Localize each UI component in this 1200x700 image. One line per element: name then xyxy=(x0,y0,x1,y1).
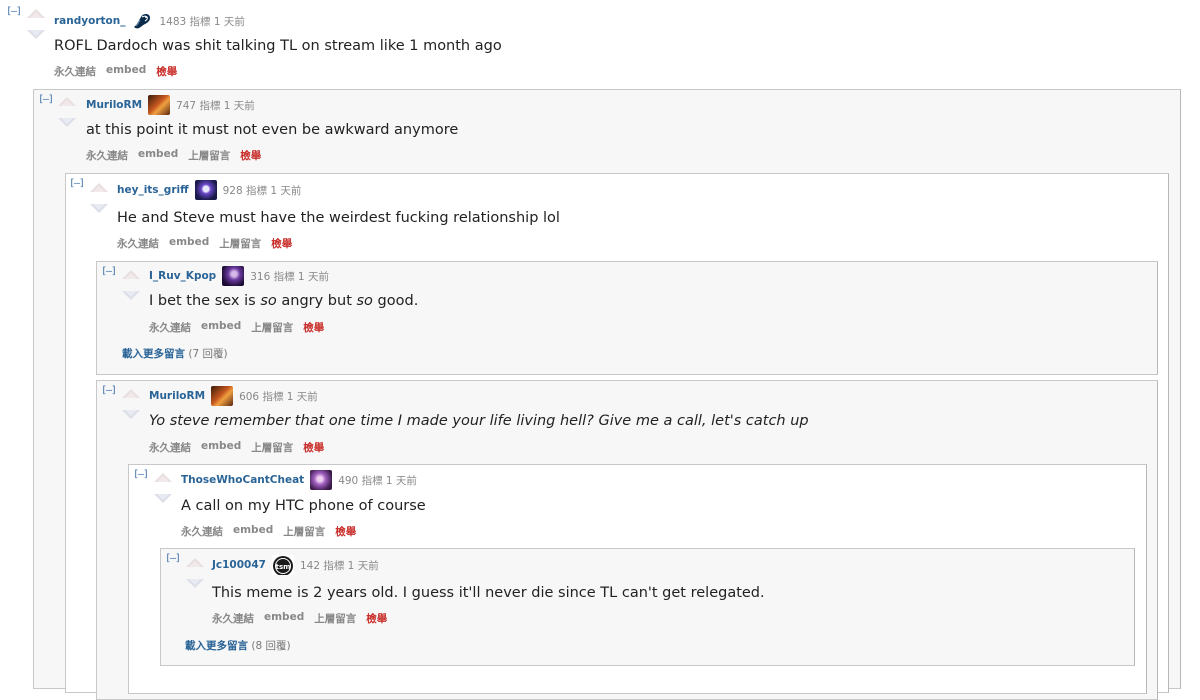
comment-actions: 永久連結 embed 上層留言 檢舉 xyxy=(212,611,387,626)
permalink-button[interactable]: 永久連結 xyxy=(212,611,254,626)
upvote-downvote-icon[interactable] xyxy=(184,555,206,593)
comment-body: This meme is 2 years old. I guess it'll … xyxy=(212,585,765,601)
score-and-time: 142 指標 1 天前 xyxy=(299,559,379,572)
tsm-flair-icon: tsm xyxy=(271,555,294,575)
comment-content: [–] Jc100047 tsm 142 指標 1 天前 This meme i… xyxy=(0,0,1200,673)
reply-count: (8 回覆) xyxy=(251,640,291,652)
embed-button[interactable]: embed xyxy=(264,611,304,626)
parent-button[interactable]: 上層留言 xyxy=(314,611,356,626)
author-link[interactable]: Jc100047 xyxy=(212,559,266,571)
collapse-toggle[interactable]: [–] xyxy=(165,553,181,564)
vote-arrows xyxy=(184,555,206,593)
load-more-link[interactable]: 載入更多留言 xyxy=(185,640,248,652)
report-button[interactable]: 檢舉 xyxy=(366,611,387,626)
comment-tagline: Jc100047 tsm 142 指標 1 天前 xyxy=(212,555,379,575)
load-more-comments: 載入更多留言 (8 回覆) xyxy=(185,638,291,653)
svg-text:tsm: tsm xyxy=(276,563,291,571)
